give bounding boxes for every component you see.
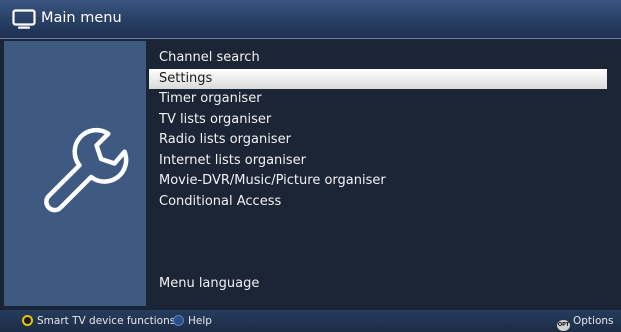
menu-item-timer-organiser[interactable]: Timer organiser [149, 89, 607, 110]
menu-item-menu-language[interactable]: Menu language [159, 274, 259, 294]
tv-icon [12, 9, 36, 29]
options-button-icon: OPT [557, 320, 570, 331]
footer-options[interactable]: OPT Options [557, 310, 614, 332]
sidebar-panel [4, 41, 146, 306]
yellow-button-icon [22, 315, 33, 326]
wrench-icon [44, 127, 129, 213]
menu-item-channel-search[interactable]: Channel search [149, 48, 607, 69]
main-menu-list: Channel search Settings Timer organiser … [149, 48, 617, 212]
menu-item-media-organiser[interactable]: Movie-DVR/Music/Picture organiser [149, 171, 607, 192]
footer-smart-tv-label: Smart TV device functions [37, 315, 176, 327]
page-title: Main menu [41, 10, 122, 26]
blue-button-icon [173, 315, 184, 326]
tv-main-menu-screen: Main menu Channel search Settings Timer … [0, 0, 621, 332]
main-panel: Channel search Settings Timer organiser … [149, 41, 617, 306]
menu-item-radio-lists-organiser[interactable]: Radio lists organiser [149, 130, 607, 151]
footer-help-label: Help [188, 315, 212, 327]
footer-help[interactable]: Help [173, 310, 212, 332]
footer-bar: Smart TV device functions Help OPT Option… [0, 310, 621, 332]
menu-item-conditional-access[interactable]: Conditional Access [149, 192, 607, 213]
footer-options-label: Options [573, 315, 614, 327]
footer-smart-tv[interactable]: Smart TV device functions [22, 310, 175, 332]
header-bar: Main menu [0, 0, 621, 39]
menu-item-tv-lists-organiser[interactable]: TV lists organiser [149, 110, 607, 131]
menu-item-internet-lists-organiser[interactable]: Internet lists organiser [149, 151, 607, 172]
menu-item-settings[interactable]: Settings [149, 68, 607, 89]
